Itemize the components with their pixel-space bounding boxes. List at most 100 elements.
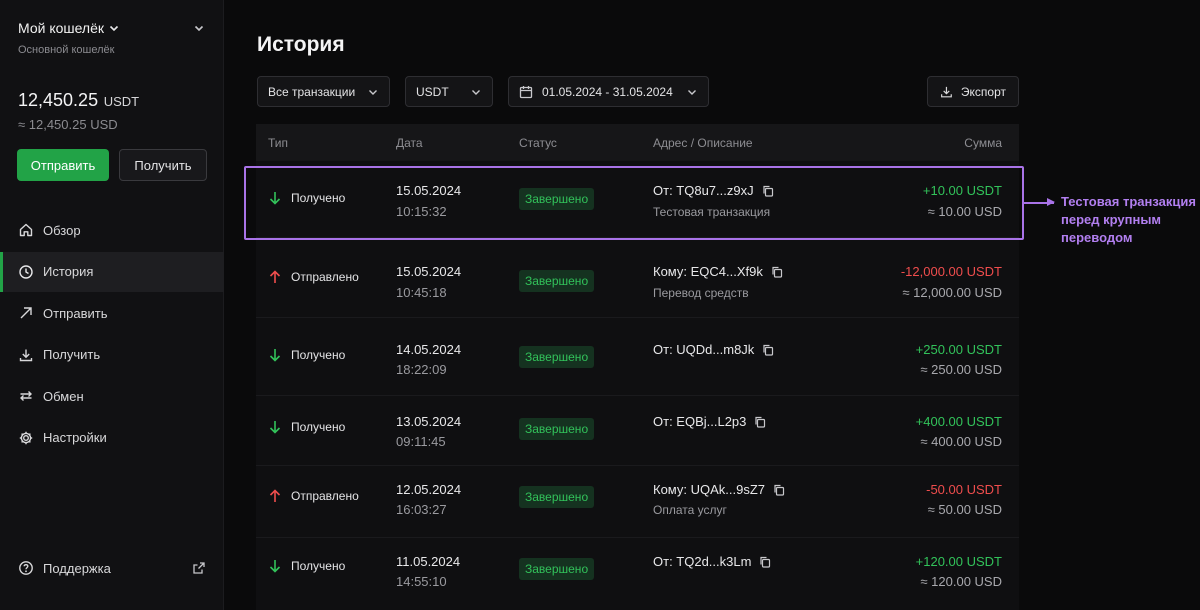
amount-value: -12,000.00 USDT <box>900 264 1002 279</box>
description-value: Перевод средств <box>653 286 749 300</box>
wallet-actions: Отправить Получить <box>17 149 207 181</box>
sidebar: Мой кошелёк Основной кошелёк 12,450.25 U… <box>0 0 224 610</box>
time-value: 14:55:10 <box>396 574 447 589</box>
address-cell: Кому: UQAk...9sZ7 <box>653 482 785 497</box>
chevron-down-icon[interactable] <box>193 22 205 34</box>
copy-icon[interactable] <box>754 416 766 428</box>
send-arrow-icon <box>20 307 32 319</box>
currency-select[interactable]: USDT <box>405 76 493 107</box>
send-button[interactable]: Отправить <box>17 149 109 181</box>
type-label: Получено <box>291 348 346 362</box>
status-badge: Завершено <box>519 418 595 440</box>
sidebar-item-label: Настройки <box>43 430 107 445</box>
address-cell: От: EQBj...L2p3 <box>653 414 766 429</box>
help-icon <box>19 561 33 575</box>
amount-approx: ≈ 400.00 USD <box>920 434 1002 449</box>
copy-icon[interactable] <box>771 266 783 278</box>
wallet-selector[interactable]: Мой кошелёк <box>18 20 205 36</box>
sidebar-item-history[interactable]: История <box>0 251 224 292</box>
column-header-status[interactable]: Статус <box>519 136 557 150</box>
arrow-up-icon <box>269 489 281 502</box>
sidebar-nav: Обзор История Отправить Получить Обмен Н… <box>0 210 224 459</box>
chevron-down-icon <box>369 89 377 95</box>
address-value: От: EQBj...L2p3 <box>653 414 747 429</box>
status-badge: Завершено <box>519 270 595 292</box>
clock-icon <box>19 264 33 279</box>
address-cell: Кому: EQC4...Xf9k <box>653 264 783 279</box>
time-value: 18:22:09 <box>396 362 447 377</box>
download-icon <box>941 86 952 97</box>
support-link[interactable]: Поддержка <box>18 560 206 576</box>
amount-approx: ≈ 120.00 USD <box>920 574 1002 589</box>
date-range-picker[interactable]: 01.05.2024 - 31.05.2024 <box>508 76 709 107</box>
time-value: 10:45:18 <box>396 285 447 300</box>
table-header: Тип Дата Статус Адрес / Описание Сумма <box>256 124 1019 161</box>
type-label: Отправлено <box>291 270 359 284</box>
download-icon <box>19 349 33 361</box>
description-value: Оплата услуг <box>653 503 727 517</box>
table-row[interactable]: Отправлено 12.05.2024 16:03:27 Завершено… <box>256 466 1019 538</box>
table-row[interactable]: Получено 14.05.2024 18:22:09 Завершено О… <box>256 324 1019 396</box>
chevron-down-icon <box>472 89 480 95</box>
type-label: Отправлено <box>291 489 359 503</box>
column-header-address[interactable]: Адрес / Описание <box>653 136 753 150</box>
receive-button[interactable]: Получить <box>119 149 207 181</box>
column-header-type[interactable]: Тип <box>268 136 288 150</box>
wallet-subtitle: Основной кошелёк <box>18 44 115 56</box>
sidebar-item-exchange[interactable]: Обмен <box>0 376 224 416</box>
sidebar-item-label: Отправить <box>43 305 108 321</box>
arrow-down-icon <box>269 560 281 573</box>
amount-value: +250.00 USDT <box>915 342 1002 357</box>
address-cell: От: TQ2d...k3Lm <box>653 554 771 569</box>
wallet-name: Мой кошелёк <box>18 20 105 36</box>
callout-arrow-icon <box>1047 198 1055 206</box>
sidebar-item-label: История <box>43 264 94 279</box>
sidebar-item-label: Обзор <box>43 222 81 238</box>
select-value: USDT <box>416 84 449 99</box>
support-label: Поддержка <box>43 560 111 576</box>
address-value: От: UQDd...m8Jk <box>653 342 755 357</box>
status-badge: Завершено <box>519 346 595 368</box>
sidebar-item-label: Получить <box>43 347 101 362</box>
table-row[interactable]: Получено 13.05.2024 09:11:45 Завершено О… <box>256 396 1019 466</box>
amount-value: +120.00 USDT <box>915 554 1002 569</box>
balance-approx: ≈ 12,450.25 USD <box>18 117 118 132</box>
type-label: Получено <box>291 559 346 573</box>
swap-icon <box>20 391 32 401</box>
address-cell: От: UQDd...m8Jk <box>653 342 774 357</box>
type-cell: Получено <box>268 419 345 435</box>
calendar-icon <box>519 85 533 98</box>
status-badge: Завершено <box>519 486 595 508</box>
amount-approx: ≈ 12,000.00 USD <box>902 285 1002 300</box>
time-value: 09:11:45 <box>396 434 446 449</box>
copy-icon[interactable] <box>773 484 785 496</box>
date-value: 13.05.2024 <box>396 414 462 429</box>
amount-approx: ≈ 250.00 USD <box>920 362 1002 377</box>
table-row[interactable]: Отправлено 15.05.2024 10:45:18 Завершено… <box>256 246 1019 318</box>
time-value: 16:03:27 <box>396 502 447 517</box>
transaction-type-select[interactable]: Все транзакции <box>257 76 390 107</box>
column-header-amount[interactable]: Сумма <box>964 136 1002 150</box>
copy-icon[interactable] <box>759 556 771 568</box>
export-button[interactable]: Экспорт <box>927 76 1019 107</box>
sidebar-item-send[interactable]: Отправить <box>0 293 224 333</box>
type-cell: Отправлено <box>268 488 359 504</box>
copy-icon[interactable] <box>762 344 774 356</box>
sidebar-item-settings[interactable]: Настройки <box>0 418 224 458</box>
column-header-date[interactable]: Дата <box>396 136 423 150</box>
amount-approx: ≈ 50.00 USD <box>927 502 1002 517</box>
date-range-value: 01.05.2024 - 31.05.2024 <box>542 84 673 99</box>
balance-amount: 12,450.25 <box>18 90 99 110</box>
date-value: 15.05.2024 <box>396 264 462 279</box>
address-value: Кому: EQC4...Xf9k <box>653 264 763 279</box>
table-row[interactable]: Получено 11.05.2024 14:55:10 Завершено О… <box>256 538 1019 610</box>
wallet-header: Мой кошелёк Основной кошелёк <box>18 20 205 56</box>
address-value: Кому: UQAk...9sZ7 <box>653 482 766 497</box>
sidebar-item-label: Обмен <box>43 388 84 404</box>
arrow-down-icon <box>269 421 281 434</box>
sidebar-item-receive[interactable]: Получить <box>0 335 224 375</box>
arrow-down-icon <box>269 349 281 362</box>
sidebar-item-overview[interactable]: Обзор <box>0 210 224 250</box>
type-cell: Получено <box>268 558 345 574</box>
arrow-up-icon <box>269 270 281 283</box>
